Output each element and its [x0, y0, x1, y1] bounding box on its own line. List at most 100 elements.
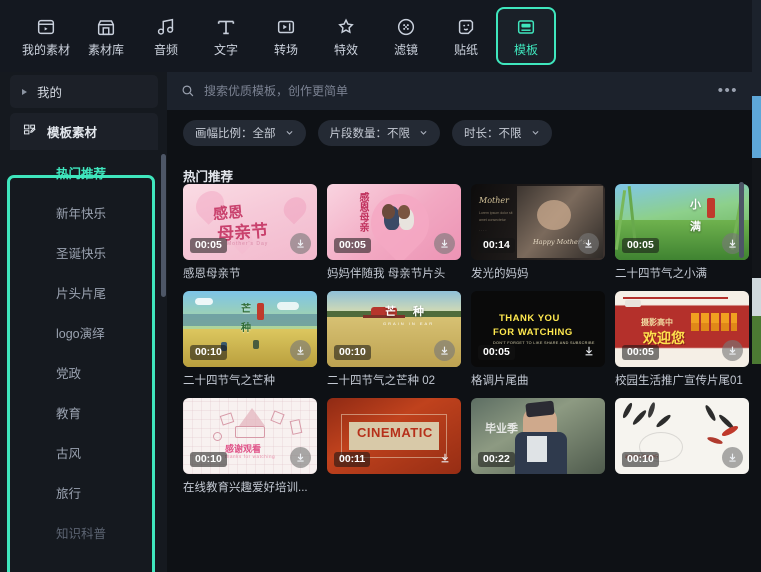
template-title: 二十四节气之芒种 [183, 375, 275, 387]
sidebar-item-opening-ending[interactable]: 片头片尾 [10, 272, 158, 312]
duration-badge: 00:05 [190, 238, 227, 253]
sidebar-item-label: 我的 [37, 86, 63, 100]
nav-tab-template[interactable]: 模板 [496, 7, 556, 65]
sidebar-item-label: 教育 [56, 406, 82, 421]
nav-tab-text[interactable]: 文字 [196, 7, 256, 65]
sidebar-item-label: 党政 [56, 366, 82, 381]
sidebar-item-new-year[interactable]: 新年快乐 [10, 192, 158, 232]
nav-tab-media-library[interactable]: 素材库 [76, 7, 136, 65]
template-card[interactable]: 感恩 母亲节 Mother's Day 00:05 感恩母亲节 [183, 184, 317, 281]
template-title: 校园生活推广宣传片尾01 [615, 375, 743, 387]
template-thumbnail: 感恩 母亲节 Mother's Day 00:05 [183, 184, 317, 260]
sidebar-item-ancient-style[interactable]: 古风 [10, 432, 158, 472]
sidebar-scroll-area: 我的 模板素材 热门推荐 新年快乐 圣诞快乐 片头片尾 logo演绎 党政 教育… [0, 72, 167, 572]
sidebar-item-education[interactable]: 教育 [10, 392, 158, 432]
download-icon[interactable] [290, 340, 311, 361]
template-thumbnail: 芒 种 GRAIN IN EAR 00:10 [327, 291, 461, 367]
nav-tab-audio[interactable]: 音频 [136, 7, 196, 65]
download-icon[interactable] [434, 340, 455, 361]
duration-badge: 00:10 [334, 345, 371, 360]
download-icon[interactable] [722, 447, 743, 468]
sticker-face-icon [454, 15, 478, 39]
filter-clip-count[interactable]: 片段数量：不限 [317, 119, 440, 146]
template-card[interactable]: 芒 种 GRAIN IN EAR 00:10 二十四节气之芒种 02 [327, 291, 461, 388]
nav-tab-my-media[interactable]: 我的素材 [16, 7, 76, 65]
left-sidebar: 我的 模板素材 热门推荐 新年快乐 圣诞快乐 片头片尾 logo演绎 党政 教育… [0, 72, 167, 572]
sidebar-item-label: 片头片尾 [56, 286, 107, 301]
template-thumbnail: 芒 种 00:10 [183, 291, 317, 367]
template-card[interactable]: 岩意图片/泉州商行 00:10 [615, 398, 749, 495]
download-icon[interactable] [434, 447, 455, 468]
duration-badge: 00:05 [478, 345, 515, 360]
duration-badge: 00:05 [622, 345, 659, 360]
filter-label: 时长：不限 [464, 127, 522, 140]
sidebar-scrollbar[interactable] [161, 154, 166, 297]
template-card[interactable]: 小 满 00:05 二十四节气之小满 [615, 184, 749, 281]
template-title: 发光的妈妈 [471, 268, 529, 280]
sidebar-group-label: 模板素材 [47, 126, 98, 140]
sidebar-item-travel[interactable]: 旅行 [10, 472, 158, 512]
section-title: 热门推荐 [183, 170, 234, 184]
sidebar-item-label: 知识科普 [56, 526, 107, 541]
chevron-down-icon [419, 128, 428, 137]
download-icon[interactable] [290, 233, 311, 254]
template-card[interactable]: Mother Lorem ipsum dolor sit amet consec… [471, 184, 605, 281]
template-title: 感恩母亲节 [183, 268, 241, 280]
sidebar-item-knowledge[interactable]: 知识科普 [10, 512, 158, 552]
search-input[interactable] [204, 84, 710, 98]
nav-tab-effects[interactable]: 特效 [316, 7, 376, 65]
app-root: 我的素材 素材库 音频 文字 转场 特效 滤镜 贴纸 模板 我的 模板素材 热门… [0, 0, 761, 572]
template-grid-wrapper: 感恩 母亲节 Mother's Day 00:05 感恩母亲节 感恩母亲 00:… [167, 184, 752, 572]
template-thumbnail: 感谢观看 thanks for watching 00:10 [183, 398, 317, 474]
template-card[interactable]: 感谢观看 thanks for watching 00:10 在线教育兴趣爱好培… [183, 398, 317, 495]
effects-star-icon [334, 15, 358, 39]
sidebar-item-christmas[interactable]: 圣诞快乐 [10, 232, 158, 272]
download-icon[interactable] [578, 340, 599, 361]
download-icon[interactable] [290, 447, 311, 468]
template-thumbnail: 岩意图片/泉州商行 00:10 [615, 398, 749, 474]
nav-tab-sticker[interactable]: 贴纸 [436, 7, 496, 65]
content-scrollbar[interactable] [739, 182, 744, 258]
template-grid: 感恩 母亲节 Mother's Day 00:05 感恩母亲节 感恩母亲 00:… [167, 184, 752, 505]
nav-tab-label: 文字 [213, 43, 238, 57]
duration-badge: 00:05 [622, 238, 659, 253]
search-bar: ••• [167, 72, 752, 110]
download-icon[interactable] [578, 233, 599, 254]
sidebar-group-header[interactable]: 模板素材 [10, 113, 158, 150]
sidebar-item-my[interactable]: 我的 [10, 75, 158, 108]
template-card[interactable]: 毕业季 00:22 [471, 398, 605, 495]
filter-duration[interactable]: 时长：不限 [452, 119, 552, 146]
filter-label: 画幅比例：全部 [195, 127, 276, 140]
template-title: 格调片尾曲 [471, 375, 529, 387]
template-card[interactable]: 芒 种 00:10 二十四节气之芒种 [183, 291, 317, 388]
download-icon[interactable] [722, 340, 743, 361]
more-options-button[interactable]: ••• [710, 83, 738, 98]
filter-label: 片段数量：不限 [329, 127, 411, 140]
template-thumbnail: Mother Lorem ipsum dolor sit amet consec… [471, 184, 605, 260]
template-card[interactable]: 感恩母亲 00:05 妈妈伴随我 母亲节片头 [327, 184, 461, 281]
template-card[interactable]: THANK YOU FOR WATCHING DON'T FORGET TO L… [471, 291, 605, 388]
sidebar-item-hot[interactable]: 热门推荐 [10, 152, 158, 192]
template-material-icon [22, 122, 37, 142]
filter-circle-icon [394, 15, 418, 39]
template-thumbnail: 感恩母亲 00:05 [327, 184, 461, 260]
search-icon [181, 84, 195, 98]
sidebar-item-government[interactable]: 党政 [10, 352, 158, 392]
my-media-icon [34, 15, 58, 39]
template-title: 在线教育兴趣爱好培训... [183, 482, 308, 494]
top-navigation-bar: 我的素材 素材库 音频 文字 转场 特效 滤镜 贴纸 模板 [0, 0, 752, 72]
nav-tab-filter[interactable]: 滤镜 [376, 7, 436, 65]
template-card[interactable]: 摄影高中 欢迎您 00:05 校园生活推广宣传片尾01 [615, 291, 749, 388]
sidebar-item-logo[interactable]: logo演绎 [10, 312, 158, 352]
download-icon[interactable] [434, 233, 455, 254]
nav-tab-transition[interactable]: 转场 [256, 7, 316, 65]
nav-tab-label: 转场 [273, 43, 298, 57]
nav-tab-label: 素材库 [87, 43, 124, 57]
nav-tab-label: 特效 [333, 43, 358, 57]
sidebar-item-label: 热门推荐 [56, 166, 107, 181]
template-card[interactable]: CINEMATIC 00:11 [327, 398, 461, 495]
filter-bar: 画幅比例：全部 片段数量：不限 时长：不限 [167, 110, 752, 155]
background-content-peek [752, 0, 761, 572]
filter-aspect-ratio[interactable]: 画幅比例：全部 [183, 119, 306, 146]
transition-icon [274, 15, 298, 39]
